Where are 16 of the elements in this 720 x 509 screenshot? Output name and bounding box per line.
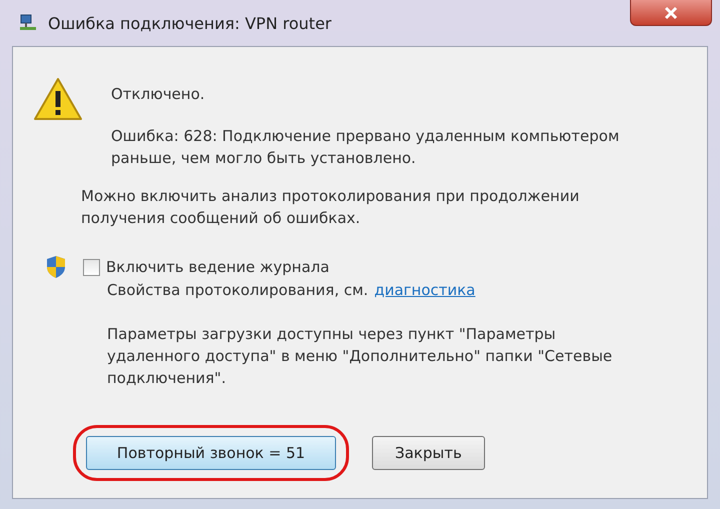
retry-button[interactable]: Повторный звонок = 51 xyxy=(86,436,336,470)
close-button[interactable] xyxy=(630,0,712,26)
diagnostics-link[interactable]: диагностика xyxy=(374,279,476,301)
close-icon xyxy=(663,6,679,20)
hint-text: Можно включить анализ протоколирования при продолжении получения сообщений об ошибках. xyxy=(81,186,580,229)
shield-icon xyxy=(45,255,67,279)
error-message: Ошибка: 628: Подключение прервано удаленным компьютером раньше, чем могло быть установлено. xyxy=(111,126,620,169)
logging-checkbox[interactable] xyxy=(83,258,100,276)
network-icon xyxy=(18,13,38,33)
close-dialog-button[interactable]: Закрыть xyxy=(372,436,485,470)
checkbox-label: Включить ведение журнала xyxy=(106,257,330,278)
status-text: Отключено. xyxy=(111,84,206,105)
warning-icon xyxy=(33,77,83,121)
properties-text: Свойства протоколирования, см. xyxy=(107,280,368,301)
window-title: Ошибка подключения: VPN router xyxy=(48,14,332,32)
note-text: Параметры загрузки доступны через пункт "Параметры удаленного доступа" в меню "Дополнительно" папки "Сетевые подключения". xyxy=(107,324,614,389)
